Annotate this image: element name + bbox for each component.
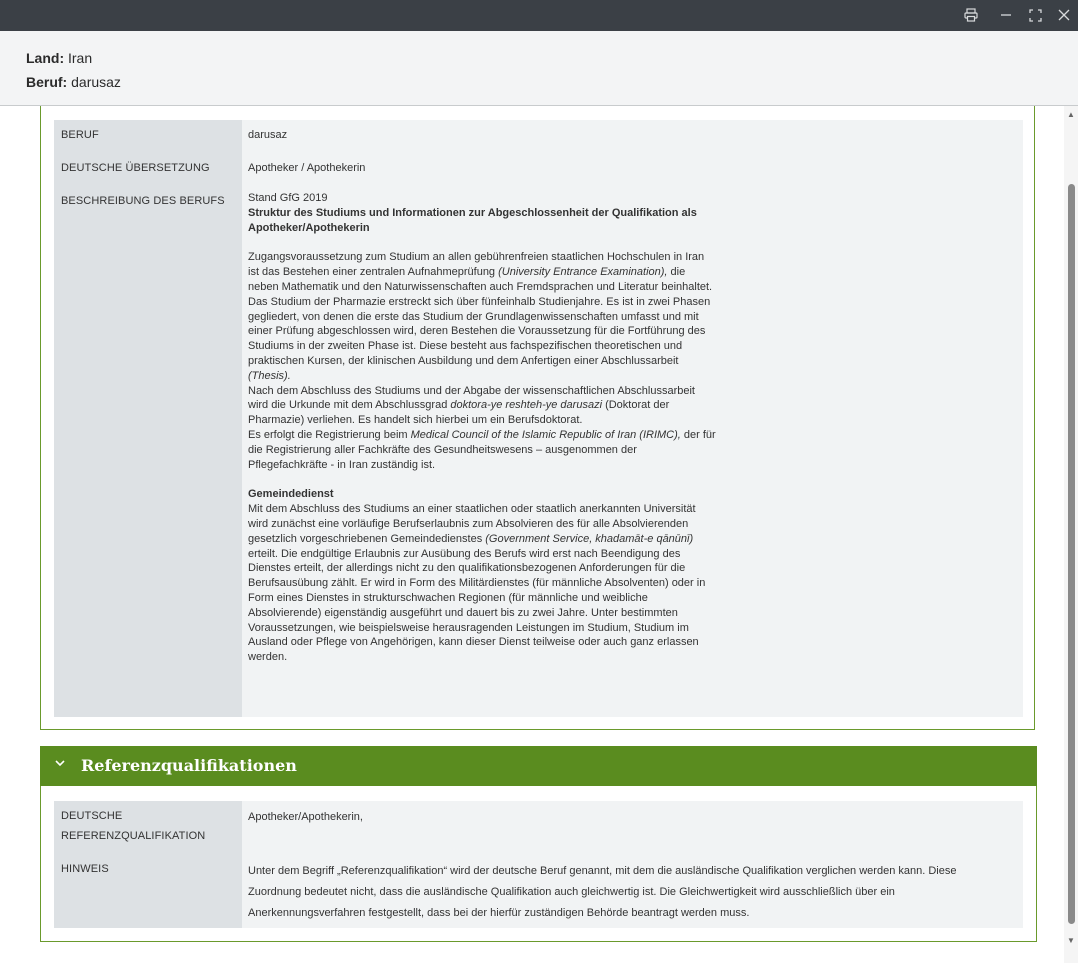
chevron-down-icon (54, 756, 66, 772)
content-area[interactable]: BERUF darusaz DEUTSCHE ÜBERSETZUNG Apoth… (0, 106, 1064, 963)
value-beruf: darusaz (248, 129, 288, 141)
value-referenzqualifikation: Apotheker/Apothekerin, (248, 811, 363, 823)
desc-paragraph-4: Es erfolgt die Registrierung beim Medica… (248, 428, 716, 471)
desc-paragraph-1: Zugangsvoraussetzung zum Studium an alle… (248, 251, 713, 293)
scroll-up-icon[interactable]: ▲ (1067, 110, 1075, 119)
value-deutsche-uebersetzung: Apotheker / Apothekerin (248, 162, 366, 174)
desc-paragraph-3: Nach dem Abschluss des Studiums und der … (248, 384, 695, 427)
label-deutsche-referenzqualifikation-1: DEUTSCHE (61, 810, 123, 822)
vertical-scrollbar[interactable]: ▲ ▼ (1064, 106, 1078, 963)
beruf-value: darusaz (71, 74, 121, 90)
profession-panel: BERUF darusaz DEUTSCHE ÜBERSETZUNG Apoth… (40, 106, 1035, 730)
profession-table: BERUF darusaz DEUTSCHE ÜBERSETZUNG Apoth… (54, 120, 1023, 717)
reference-section-header[interactable]: Referenzqualifikationen (40, 746, 1037, 786)
value-hinweis: Unter dem Begriff „Referenzqualifikation… (248, 865, 957, 919)
scrollbar-thumb[interactable] (1068, 184, 1075, 924)
reference-panel: DEUTSCHE REFERENZQUALIFIKATION Apotheker… (40, 786, 1037, 942)
land-value: Iran (68, 50, 93, 66)
label-beschreibung: BESCHREIBUNG DES BERUFS (61, 195, 225, 207)
window-titlebar (0, 0, 1078, 31)
desc-paragraph-2: Das Studium der Pharmazie erstreckt sich… (248, 295, 711, 382)
maximize-icon[interactable] (1025, 6, 1045, 24)
label-beruf: BERUF (61, 129, 99, 141)
label-hinweis: HINWEIS (61, 863, 109, 875)
scroll-down-icon[interactable]: ▼ (1067, 936, 1075, 945)
value-beschreibung: Stand GfG 2019 Struktur des Studiums und… (248, 191, 718, 665)
desc-paragraph-5: Mit dem Abschluss des Studiums an einer … (248, 503, 706, 664)
beruf-line: Beruf: darusaz (26, 74, 121, 90)
land-label: Land: (26, 50, 65, 66)
beruf-label: Beruf: (26, 74, 68, 90)
label-deutsche-referenzqualifikation-2: REFERENZQUALIFIKATION (61, 830, 206, 842)
page-header: Land: Iran Beruf: darusaz (0, 31, 1078, 106)
close-icon[interactable] (1054, 6, 1074, 24)
print-icon[interactable] (961, 6, 981, 24)
minimize-icon[interactable] (996, 6, 1016, 24)
desc-stand: Stand GfG 2019 (248, 192, 328, 204)
label-column (54, 120, 242, 717)
land-line: Land: Iran (26, 50, 92, 66)
reference-section-title: Referenzqualifikationen (81, 756, 297, 775)
label-deutsche-uebersetzung: DEUTSCHE ÜBERSETZUNG (61, 162, 210, 174)
desc-heading: Struktur des Studiums und Informationen … (248, 206, 697, 234)
reference-table: DEUTSCHE REFERENZQUALIFIKATION Apotheker… (54, 801, 1023, 928)
desc-heading-2: Gemeindedienst (248, 488, 334, 501)
